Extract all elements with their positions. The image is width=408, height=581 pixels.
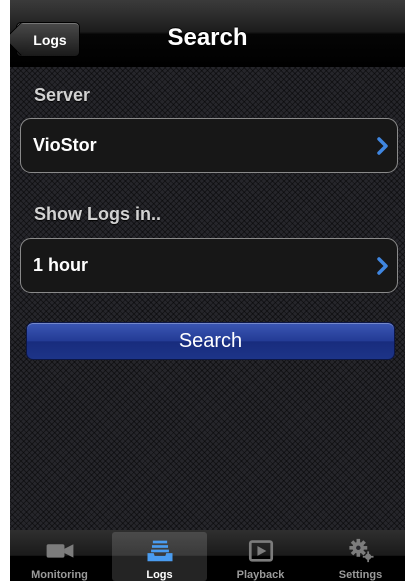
navigation-bar: Logs Search bbox=[10, 0, 405, 67]
chevron-right-icon bbox=[377, 257, 388, 275]
tab-logs[interactable]: Logs bbox=[112, 532, 207, 581]
tab-playback[interactable]: Playback bbox=[213, 532, 308, 581]
logs-tray-icon bbox=[147, 540, 172, 562]
page-title: Search bbox=[167, 24, 248, 51]
show-logs-select-cell[interactable]: 1 hour bbox=[20, 238, 398, 293]
search-button[interactable]: Search bbox=[26, 322, 395, 360]
playback-icon bbox=[248, 540, 273, 562]
tab-bar: Monitoring Logs Playback Settings bbox=[10, 530, 405, 581]
back-button-label: Logs bbox=[33, 31, 67, 48]
server-select-cell[interactable]: VioStor bbox=[20, 118, 398, 173]
server-section-label: Server bbox=[34, 85, 91, 105]
server-value: VioStor bbox=[33, 135, 97, 155]
video-camera-icon bbox=[46, 544, 73, 558]
tab-settings-label: Settings bbox=[338, 569, 383, 581]
show-logs-section-label: Show Logs in.. bbox=[34, 204, 161, 224]
app-screen: Logs Search Server VioStor Show Logs in.… bbox=[10, 0, 405, 581]
chevron-right-icon bbox=[377, 137, 388, 155]
tab-playback-label: Playback bbox=[236, 569, 285, 581]
search-button-label: Search bbox=[178, 329, 243, 352]
gears-icon bbox=[348, 538, 373, 563]
tab-logs-label: Logs bbox=[146, 569, 173, 581]
show-logs-value: 1 hour bbox=[33, 255, 89, 275]
tab-settings[interactable]: Settings bbox=[313, 532, 405, 581]
tab-monitoring[interactable]: Monitoring bbox=[12, 532, 107, 581]
tab-monitoring-label: Monitoring bbox=[31, 569, 88, 581]
